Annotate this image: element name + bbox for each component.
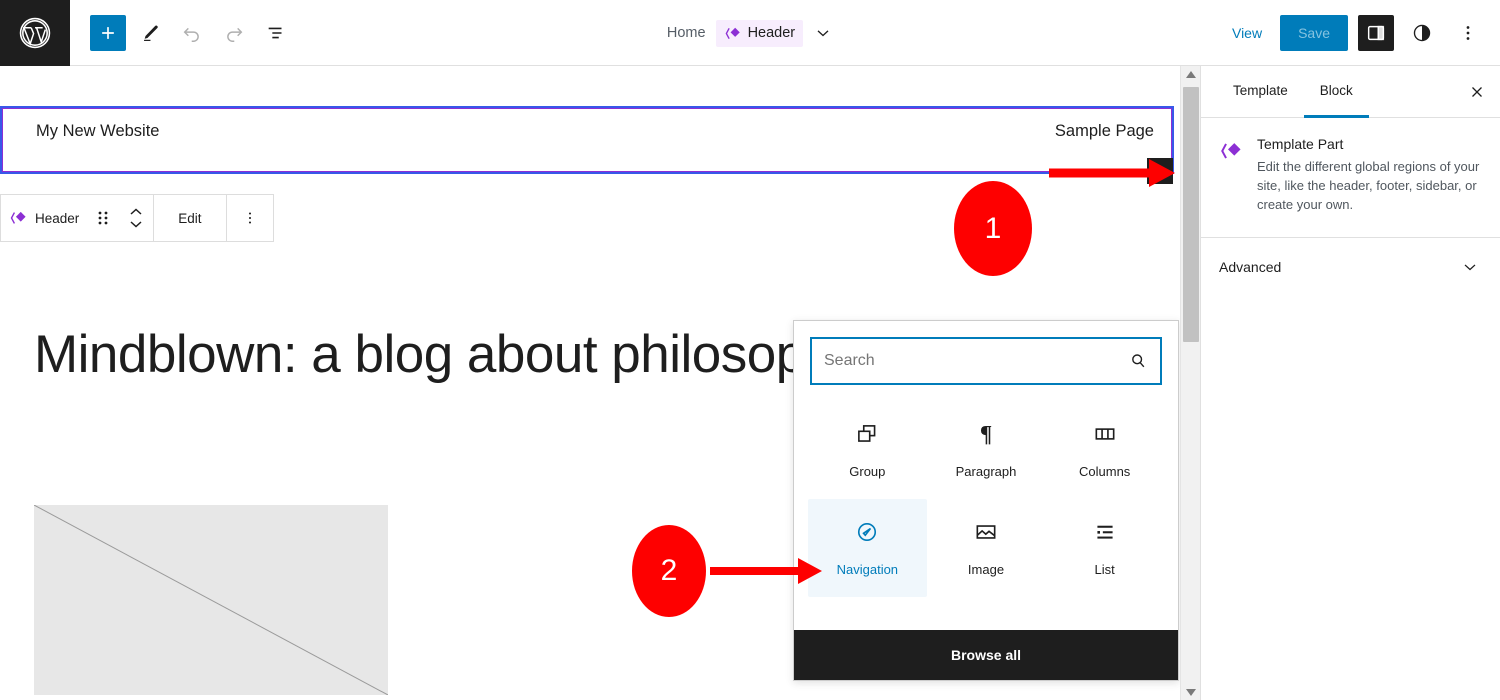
- add-block-button[interactable]: [90, 14, 126, 51]
- wordpress-site-editor: Home Header View Save My New Website Sam…: [0, 0, 1500, 700]
- chevron-down-icon: [1460, 257, 1480, 277]
- inserter-block-label: Paragraph: [955, 464, 1017, 479]
- wordpress-logo-icon[interactable]: [0, 0, 70, 66]
- site-title[interactable]: My New Website: [36, 122, 159, 141]
- group-icon: [854, 421, 880, 452]
- template-part-icon: [724, 24, 743, 43]
- post-heading[interactable]: Mindblown: a blog about philosophy.: [34, 324, 871, 385]
- editor-top-bar: Home Header View Save: [0, 0, 1500, 66]
- search-input[interactable]: [824, 352, 1128, 370]
- inserter-block-image[interactable]: Image: [927, 499, 1046, 597]
- block-toolbar-edit-group: Edit: [154, 195, 227, 241]
- tab-template[interactable]: Template: [1217, 66, 1304, 118]
- list-view-button[interactable]: [258, 15, 294, 51]
- browse-all-button[interactable]: Browse all: [794, 630, 1178, 680]
- advanced-panel-label: Advanced: [1219, 258, 1282, 275]
- inserter-block-paragraph[interactable]: ¶ Paragraph: [927, 401, 1046, 499]
- callout-2: [700, 511, 860, 631]
- inserter-block-list[interactable]: List: [1045, 499, 1164, 597]
- view-link[interactable]: View: [1224, 19, 1270, 47]
- block-info-description: Edit the different global regions of you…: [1257, 159, 1480, 212]
- settings-sidebar-toggle[interactable]: [1358, 14, 1394, 51]
- settings-sidebar: Template Block Template Part Edit the di…: [1200, 66, 1500, 700]
- inserter-search-area: [794, 321, 1178, 395]
- block-toolbar: Header Edit: [0, 194, 274, 242]
- columns-icon: [1092, 421, 1118, 452]
- editor-tools-left: [70, 14, 294, 51]
- search-field-wrapper[interactable]: [810, 337, 1162, 385]
- save-button[interactable]: Save: [1280, 14, 1348, 51]
- block-toolbar-options-group: [227, 195, 273, 241]
- list-icon: [1092, 519, 1118, 550]
- inserter-block-label: Image: [967, 562, 1005, 577]
- drag-handle-icon[interactable]: [87, 195, 119, 241]
- block-toolbar-label: Header: [35, 210, 80, 226]
- search-icon: [1128, 351, 1148, 371]
- scrollbar-thumb[interactable]: [1182, 87, 1199, 342]
- styles-button[interactable]: [1404, 15, 1440, 51]
- block-info-section: Template Part Edit the different global …: [1201, 118, 1500, 238]
- scroll-up-arrow-icon[interactable]: [1181, 66, 1201, 83]
- inserter-block-label: Group: [849, 464, 886, 479]
- tab-block[interactable]: Block: [1303, 66, 1369, 118]
- advanced-panel-toggle[interactable]: Advanced: [1201, 238, 1500, 296]
- redo-button[interactable]: [216, 15, 252, 51]
- canvas-scrollbar[interactable]: [1180, 66, 1200, 700]
- template-part-icon: [1219, 138, 1245, 215]
- inserter-block-label: Columns: [1079, 464, 1131, 479]
- image-icon: [973, 519, 999, 550]
- block-info-title: Template Part: [1257, 136, 1344, 152]
- options-button[interactable]: [1450, 15, 1486, 51]
- undo-button[interactable]: [174, 15, 210, 51]
- editor-canvas: My New Website Sample Page Header Edit M…: [0, 66, 1180, 700]
- editor-tools-right: View Save: [1224, 14, 1500, 51]
- paragraph-pilcrow-icon: ¶: [973, 421, 999, 452]
- edit-button-label: Edit: [178, 210, 202, 226]
- scrollbar-track[interactable]: [1181, 83, 1201, 683]
- callout-badge-2: 2: [632, 525, 706, 617]
- block-toolbar-left-group: Header: [1, 195, 155, 241]
- template-part-icon: [9, 208, 29, 228]
- chevron-down-icon[interactable]: [813, 23, 833, 43]
- callout-1: [953, 121, 1180, 236]
- close-icon[interactable]: [1454, 66, 1500, 117]
- inserter-block-label: List: [1094, 562, 1115, 577]
- breadcrumb-home[interactable]: Home: [667, 25, 706, 41]
- block-options-button[interactable]: [227, 195, 273, 241]
- edit-tool-button[interactable]: [132, 15, 168, 51]
- inserter-block-columns[interactable]: Columns: [1045, 401, 1164, 499]
- block-info-text: Template Part Edit the different global …: [1257, 136, 1480, 215]
- breadcrumb-current-label: Header: [747, 25, 796, 41]
- inserter-block-group[interactable]: Group: [808, 401, 927, 499]
- block-type-button[interactable]: Header: [1, 195, 87, 241]
- move-block-stepper[interactable]: [119, 195, 153, 241]
- svg-text:¶: ¶: [980, 422, 992, 447]
- breadcrumb-current[interactable]: Header: [715, 19, 804, 47]
- sidebar-tabs: Template Block: [1201, 66, 1500, 118]
- scroll-down-arrow-icon[interactable]: [1181, 683, 1201, 700]
- broken-image-icon[interactable]: [33, 504, 389, 696]
- edit-template-part-button[interactable]: Edit: [154, 195, 225, 241]
- editor-body: My New Website Sample Page Header Edit M…: [0, 66, 1500, 700]
